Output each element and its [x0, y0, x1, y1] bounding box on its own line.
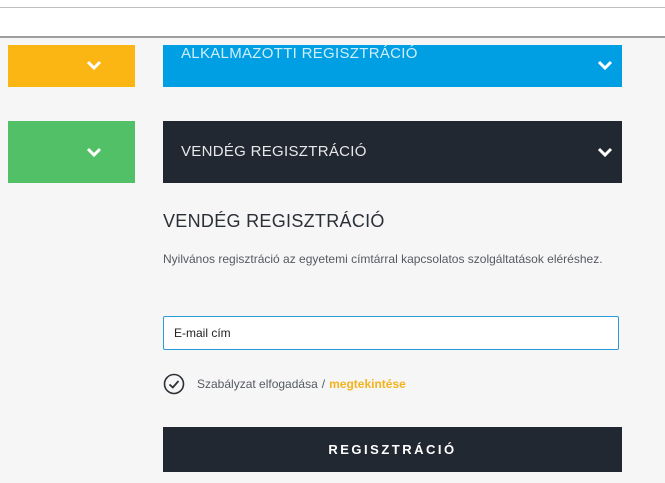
terms-label: Szabályzat elfogadása [197, 377, 318, 391]
form-description: Nyilvános regisztráció az egyetemi címtá… [163, 252, 603, 266]
chevron-down-icon [86, 147, 106, 161]
guest-side-toggle[interactable] [8, 121, 135, 183]
chevron-down-icon[interactable] [597, 147, 617, 161]
employee-side-toggle[interactable] [8, 45, 135, 87]
employee-registration-title: ALKALMAZOTTI REGISZTRÁCIÓ [181, 45, 418, 62]
chevron-down-icon[interactable] [597, 60, 617, 74]
browser-top-strip [0, 0, 665, 8]
page: ALKALMAZOTTI REGISZTRÁCIÓ VENDÉG REGISZT… [0, 0, 665, 483]
form-title: VENDÉG REGISZTRÁCIÓ [163, 211, 385, 231]
guest-registration-title: VENDÉG REGISZTRÁCIÓ [181, 143, 367, 160]
register-button[interactable]: REGISZTRÁCIÓ [163, 427, 622, 472]
check-circle-icon[interactable] [163, 373, 185, 395]
employee-registration-panel[interactable]: ALKALMAZOTTI REGISZTRÁCIÓ [163, 45, 622, 87]
terms-view-link[interactable]: megtekintése [329, 377, 406, 391]
terms-row: Szabályzat elfogadása / megtekintése [163, 372, 406, 396]
email-field[interactable] [163, 316, 619, 350]
chevron-down-icon [86, 60, 106, 74]
guest-registration-panel[interactable]: VENDÉG REGISZTRÁCIÓ [163, 121, 622, 183]
header-bar [0, 8, 665, 38]
terms-separator: / [321, 377, 326, 391]
